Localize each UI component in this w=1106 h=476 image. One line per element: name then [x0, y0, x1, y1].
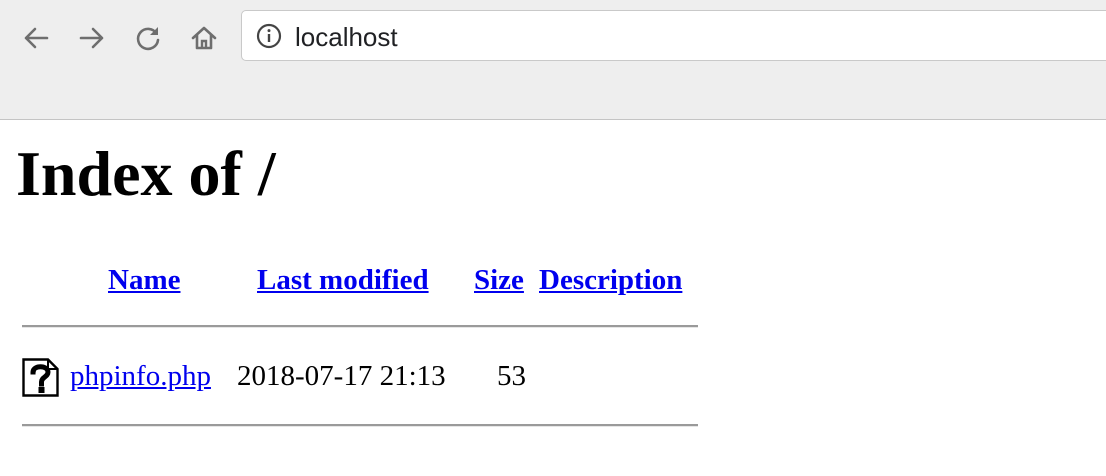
sort-by-name-link[interactable]: Name	[108, 258, 180, 302]
home-icon	[191, 26, 217, 50]
home-button[interactable]	[184, 18, 224, 58]
reload-button[interactable]	[128, 18, 168, 58]
back-button[interactable]	[16, 18, 56, 58]
sort-by-description-link[interactable]: Description	[539, 258, 682, 302]
file-link[interactable]: phpinfo.php	[70, 356, 211, 396]
reload-icon	[136, 27, 160, 51]
column-header-row: Name Last modified Size Description	[22, 258, 698, 302]
divider	[22, 424, 698, 427]
forward-button[interactable]	[72, 18, 112, 58]
address-bar[interactable]: localhost	[241, 10, 1106, 61]
unknown-file-icon	[22, 358, 59, 397]
url-text[interactable]: localhost	[295, 23, 398, 51]
divider	[22, 325, 698, 328]
sort-by-last-modified-link[interactable]: Last modified	[257, 258, 429, 302]
browser-toolbar: localhost	[0, 0, 1106, 120]
info-icon[interactable]	[256, 23, 282, 49]
arrow-left-icon	[24, 27, 49, 49]
file-last-modified: 2018-07-17 21:13	[237, 360, 446, 392]
arrow-right-icon	[79, 27, 104, 49]
sort-by-size-link[interactable]: Size	[474, 258, 524, 302]
page-title: Index of /	[16, 138, 276, 209]
table-row: phpinfo.php 2018-07-17 21:13 53	[22, 356, 698, 400]
directory-listing: Name Last modified Size Description phpi…	[22, 258, 698, 427]
file-size: 53	[497, 360, 526, 392]
